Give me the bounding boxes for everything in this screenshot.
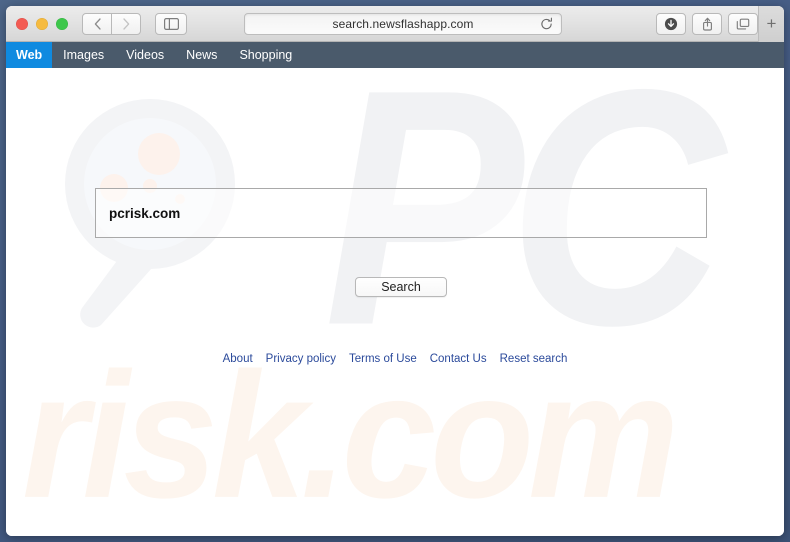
- page-content: PC risk.com pcrisk.com Search About Priv…: [6, 68, 784, 536]
- nav-tab-shopping[interactable]: Shopping: [228, 42, 303, 68]
- window-controls: [16, 17, 68, 30]
- footer-links: About Privacy policy Terms of Use Contac…: [6, 353, 784, 365]
- footer-link-privacy[interactable]: Privacy policy: [266, 353, 336, 365]
- nav-tab-news[interactable]: News: [175, 42, 228, 68]
- show-all-tabs-button[interactable]: [728, 13, 758, 35]
- footer-link-about[interactable]: About: [223, 353, 253, 365]
- url-text: search.newsflashapp.com: [332, 17, 474, 31]
- chevron-left-icon: [94, 17, 101, 30]
- share-icon: [702, 17, 712, 31]
- forward-button[interactable]: [111, 12, 141, 35]
- reload-icon[interactable]: [540, 17, 553, 31]
- zoom-window-button[interactable]: [56, 17, 68, 30]
- browser-window: search.newsflashapp.com + Web Images Vid…: [6, 6, 784, 536]
- browser-toolbar: search.newsflashapp.com +: [6, 6, 784, 42]
- chevron-right-icon: [122, 17, 129, 30]
- nav-tab-videos[interactable]: Videos: [115, 42, 175, 68]
- new-tab-button[interactable]: +: [758, 6, 784, 42]
- nav-tab-images[interactable]: Images: [52, 42, 115, 68]
- close-window-button[interactable]: [16, 17, 28, 30]
- back-button[interactable]: [82, 12, 112, 35]
- minimize-window-button[interactable]: [36, 17, 48, 30]
- navigation-buttons: [82, 12, 141, 35]
- downloads-button[interactable]: [656, 13, 686, 35]
- download-icon: [664, 17, 678, 31]
- footer-link-reset-search[interactable]: Reset search: [500, 353, 568, 365]
- search-button[interactable]: Search: [355, 277, 447, 297]
- site-navigation-bar: Web Images Videos News Shopping: [6, 42, 784, 68]
- footer-link-contact[interactable]: Contact Us: [430, 353, 487, 365]
- sidebar-icon: [163, 17, 179, 30]
- address-bar[interactable]: search.newsflashapp.com: [244, 13, 562, 35]
- tabs-icon: [736, 18, 750, 29]
- nav-tab-web[interactable]: Web: [6, 42, 53, 68]
- show-sidebar-button[interactable]: [155, 12, 187, 35]
- search-input[interactable]: pcrisk.com: [95, 188, 707, 238]
- share-button[interactable]: [692, 13, 722, 35]
- footer-link-terms[interactable]: Terms of Use: [349, 353, 417, 365]
- toolbar-right-buttons: [656, 13, 758, 35]
